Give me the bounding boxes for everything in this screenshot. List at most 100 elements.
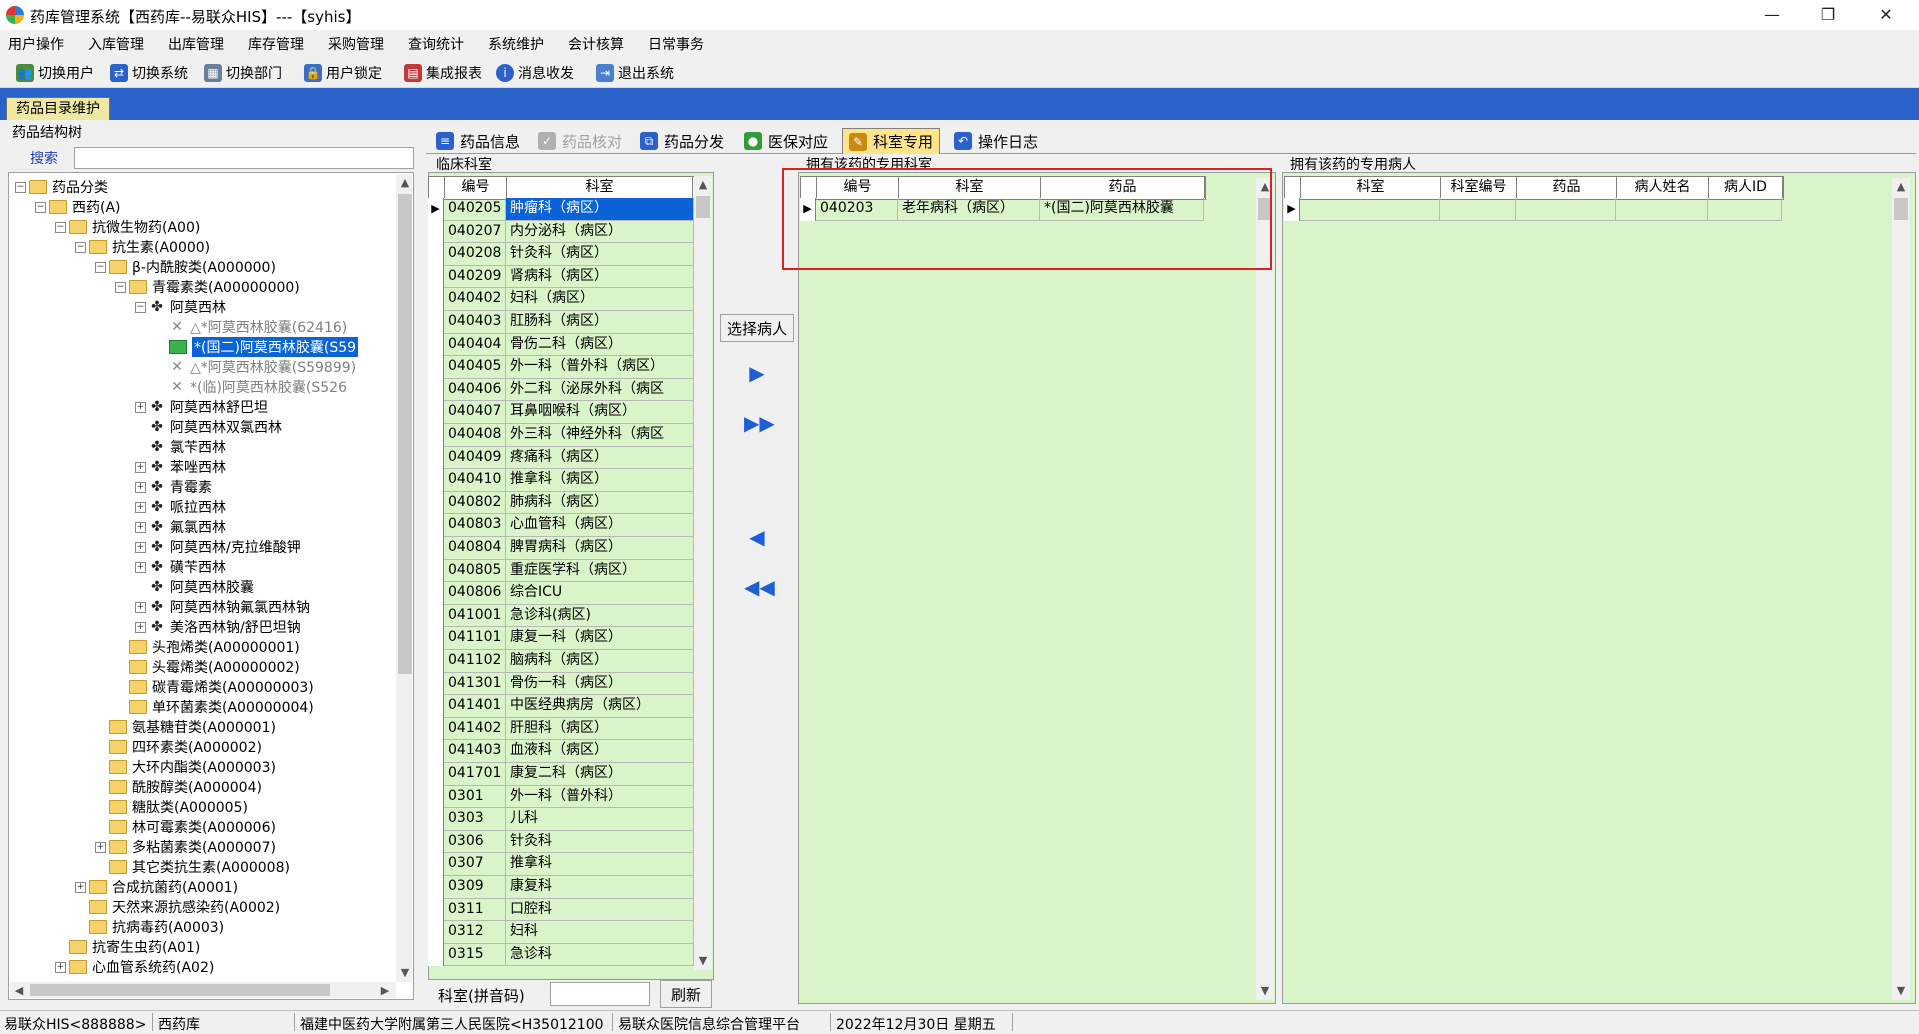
- expand-icon[interactable]: +: [135, 402, 146, 413]
- scroll-up-icon[interactable]: ▲: [694, 176, 712, 194]
- clinic-table-row[interactable]: 040208 针灸科（病区）: [428, 243, 694, 266]
- header-patient-id[interactable]: 病人ID: [1709, 177, 1783, 198]
- tree-node[interactable]: 心血管系统药(A02): [69, 957, 214, 977]
- expand-icon[interactable]: +: [55, 962, 66, 973]
- menu-accounting[interactable]: 会计核算: [568, 34, 624, 54]
- tree-node[interactable]: ✤ 阿莫西林胶囊: [149, 577, 254, 597]
- tree-node[interactable]: ✤ 氟氯西林: [149, 517, 226, 537]
- scroll-down-icon[interactable]: ▼: [694, 952, 712, 970]
- move-left-icon[interactable]: ◀: [744, 524, 770, 550]
- tree-node[interactable]: 单环菌素类(A00000004): [129, 697, 314, 717]
- scroll-down-icon[interactable]: ▼: [1892, 982, 1910, 1000]
- menu-stock-in[interactable]: 入库管理: [88, 34, 144, 54]
- clinic-table-row[interactable]: 040404 骨伤二科（病区）: [428, 333, 694, 357]
- clinic-table-row[interactable]: 040806 综合ICU: [428, 582, 694, 605]
- dept-grid-scrollbar[interactable]: ▲ ▼: [1256, 178, 1274, 1000]
- tree-node[interactable]: ✕ △*阿莫西林胶囊(62416): [169, 317, 347, 337]
- scroll-up-icon[interactable]: ▲: [396, 174, 414, 192]
- tree-node[interactable]: 其它类抗生素(A000008): [109, 857, 290, 877]
- tree-node[interactable]: 头霉烯类(A00000002): [129, 657, 300, 677]
- collapse-icon[interactable]: −: [135, 302, 146, 313]
- clinic-table-row[interactable]: 041001 急诊科(病区): [428, 604, 694, 628]
- tree-node[interactable]: 抗寄生虫药(A01): [69, 937, 200, 957]
- switch-dept-button[interactable]: ▦ 切换部门: [204, 62, 282, 84]
- clinic-table-row[interactable]: 040410 推拿科（病区）: [428, 469, 694, 492]
- tree-node[interactable]: 四环素类(A000002): [109, 737, 262, 757]
- clinic-table-row[interactable]: 040209 肾病科（病区）: [428, 265, 694, 289]
- expand-icon[interactable]: +: [135, 602, 146, 613]
- scroll-up-icon[interactable]: ▲: [1892, 178, 1910, 196]
- sub-tab[interactable]: ✓ 药品核对: [532, 128, 628, 154]
- clinic-table-row[interactable]: 041701 康复二科（病区）: [428, 763, 694, 786]
- clinic-table-row[interactable]: 040207 内分泌科（病区）: [428, 220, 694, 244]
- dept-pinyin-input[interactable]: [550, 982, 650, 1006]
- clinic-table-row[interactable]: 040803 心血管科（病区）: [428, 514, 694, 537]
- tree-node[interactable]: ✤ 苯唑西林: [149, 457, 226, 477]
- collapse-icon[interactable]: −: [95, 262, 106, 273]
- move-right-icon[interactable]: ▶: [744, 360, 770, 386]
- tree-node[interactable]: ✤ 哌拉西林: [149, 497, 226, 517]
- minimize-button[interactable]: —: [1744, 0, 1800, 30]
- scroll-right-icon[interactable]: ▶: [376, 982, 394, 1000]
- clinic-table-row[interactable]: 0301 外一科（普外科）: [428, 785, 694, 809]
- clinic-table-row[interactable]: 040402 妇科（病区）: [428, 288, 694, 311]
- clinic-table-row[interactable]: 041402 肝胆科（病区）: [428, 717, 694, 741]
- expand-icon[interactable]: +: [135, 542, 146, 553]
- tree-node[interactable]: ✤ 阿莫西林钠氟氯西林钠: [149, 597, 310, 617]
- tab-drug-catalog[interactable]: 药品目录维护: [6, 97, 110, 120]
- clinic-table-row[interactable]: ▶ 040205 肿瘤科（病区）: [428, 198, 694, 221]
- tree-node[interactable]: 合成抗菌药(A0001): [89, 877, 238, 897]
- tree-node[interactable]: 药品分类: [29, 177, 108, 197]
- messages-button[interactable]: i 消息收发: [496, 62, 574, 84]
- tree-node[interactable]: 酰胺醇类(A000004): [109, 777, 262, 797]
- switch-user-button[interactable]: 👥 切换用户: [16, 62, 94, 84]
- menu-query-stats[interactable]: 查询统计: [408, 34, 464, 54]
- clinic-table-row[interactable]: 041301 骨伤一科（病区）: [428, 672, 694, 696]
- clinic-table-row[interactable]: 040805 重症医学科（病区）: [428, 559, 694, 583]
- reports-button[interactable]: ▤ 集成报表: [404, 62, 482, 84]
- collapse-icon[interactable]: −: [55, 222, 66, 233]
- clinic-table-row[interactable]: 041101 康复一科（病区）: [428, 627, 694, 650]
- tree-vertical-scrollbar[interactable]: ▲ ▼: [396, 174, 412, 982]
- tree-node[interactable]: 抗生素(A0000): [89, 237, 210, 257]
- patient-grid-scrollbar[interactable]: ▲ ▼: [1892, 178, 1910, 1000]
- sub-tab[interactable]: ⧉ 药品分发: [634, 128, 730, 154]
- refresh-button[interactable]: 刷新: [660, 980, 712, 1008]
- tree-node[interactable]: ✤ 美洛西林钠/舒巴坦钠: [149, 617, 301, 637]
- tree-node[interactable]: ✤ 阿莫西林舒巴坦: [149, 397, 268, 417]
- expand-icon[interactable]: +: [135, 462, 146, 473]
- tree-node[interactable]: 西药(A): [49, 197, 121, 217]
- menu-stock-out[interactable]: 出库管理: [168, 34, 224, 54]
- header-code[interactable]: 编号: [445, 177, 507, 198]
- header-dept-code[interactable]: 科室编号: [1441, 177, 1517, 198]
- expand-icon[interactable]: +: [135, 502, 146, 513]
- tree-horizontal-scrollbar[interactable]: ◀ ▶: [10, 982, 396, 998]
- tree-node[interactable]: ✤ 青霉素: [149, 477, 212, 497]
- clinic-table-row[interactable]: 040407 耳鼻咽喉科（病区）: [428, 401, 694, 424]
- close-button[interactable]: ✕: [1858, 0, 1914, 30]
- clinic-table-row[interactable]: 041401 中医经典病房（病区）: [428, 695, 694, 718]
- clinic-table-row[interactable]: 040406 外二科（泌尿外科（病区: [428, 378, 694, 402]
- clinic-grid-scrollbar[interactable]: ▲ ▼: [694, 176, 712, 970]
- move-all-left-icon[interactable]: ◀◀: [744, 574, 775, 600]
- expand-icon[interactable]: +: [135, 482, 146, 493]
- expand-icon[interactable]: +: [75, 882, 86, 893]
- tree-node[interactable]: ✤ 磺苄西林: [149, 557, 226, 577]
- header-dept[interactable]: 科室: [1301, 177, 1441, 198]
- tree-node[interactable]: ✕ △*阿莫西林胶囊(S59899): [169, 357, 356, 377]
- header-patient-name[interactable]: 病人姓名: [1617, 177, 1709, 198]
- tree-scroll-thumb[interactable]: [398, 194, 412, 674]
- clinic-table-row[interactable]: 0312 妇科: [428, 921, 694, 944]
- collapse-icon[interactable]: −: [35, 202, 46, 213]
- scroll-down-icon[interactable]: ▼: [396, 964, 414, 982]
- clinic-table-row[interactable]: 040802 肺病科（病区）: [428, 491, 694, 515]
- clinic-table-row[interactable]: 041102 脑病科（病区）: [428, 650, 694, 673]
- clinic-table-row[interactable]: 0311 口腔科: [428, 898, 694, 922]
- tree-node[interactable]: 糖肽类(A000005): [109, 797, 248, 817]
- tree-node[interactable]: 抗病毒药(A0003): [89, 917, 224, 937]
- patient-scroll-thumb[interactable]: [1894, 198, 1908, 220]
- tree-node[interactable]: ✤ 阿莫西林: [149, 297, 226, 317]
- switch-system-button[interactable]: ⇄ 切换系统: [110, 62, 188, 84]
- tree-node[interactable]: ✕ *(临)阿莫西林胶囊(S526: [169, 377, 347, 397]
- scroll-down-icon[interactable]: ▼: [1256, 982, 1274, 1000]
